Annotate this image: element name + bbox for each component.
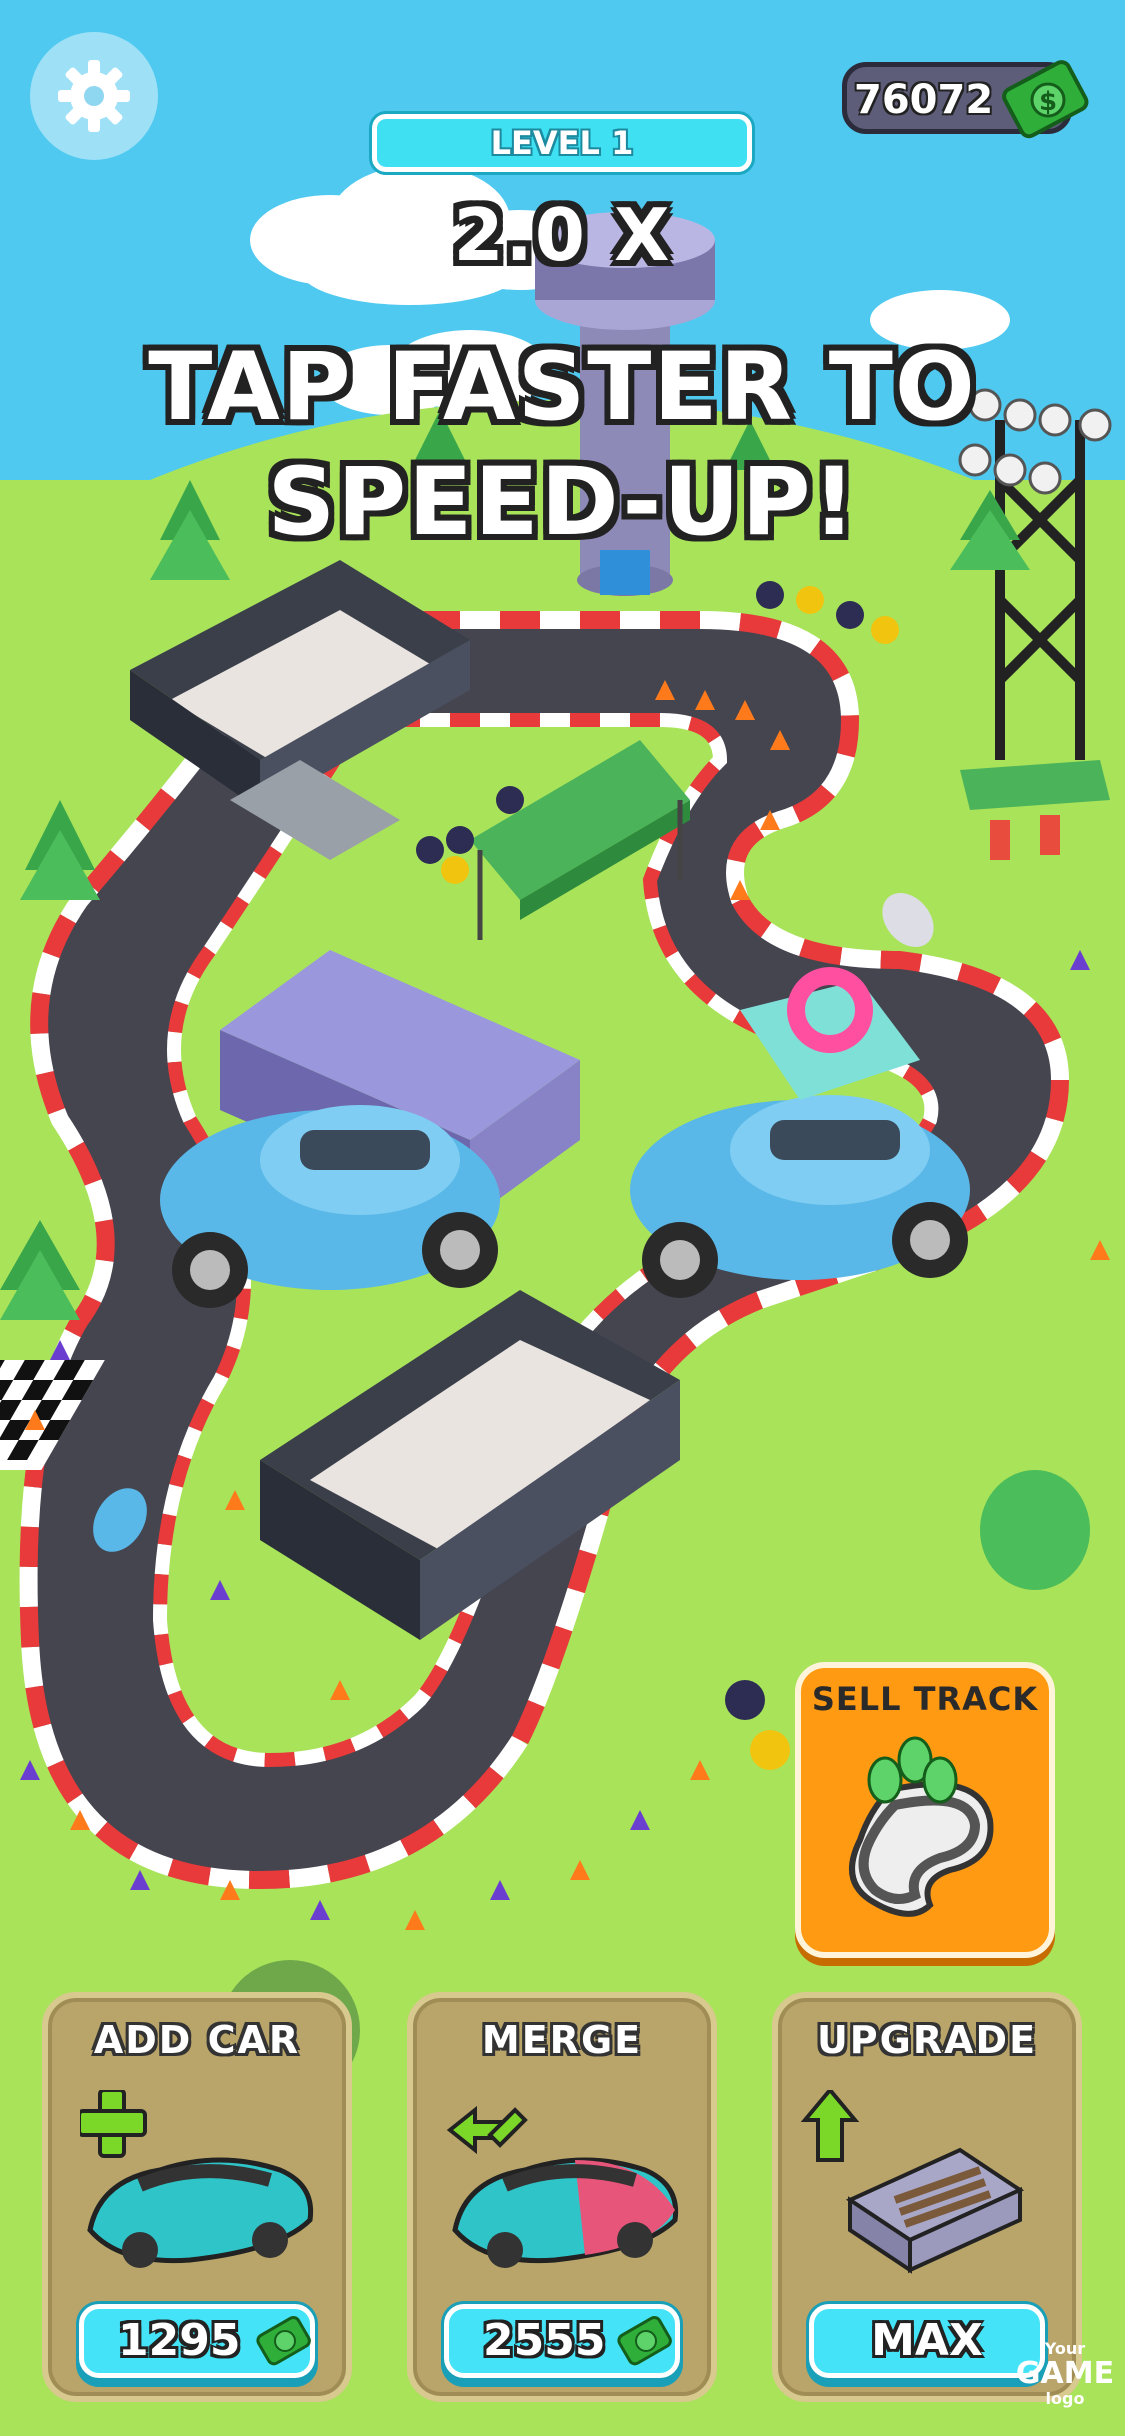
svg-text:$: $ bbox=[1039, 87, 1057, 117]
add-car-illustration bbox=[80, 2090, 314, 2268]
upgrade-illustration bbox=[800, 2090, 1025, 2274]
plus-icon bbox=[80, 2090, 147, 2158]
game-logo-watermark: Your GAME logo bbox=[1015, 2339, 1115, 2408]
dollar-bill-icon: $ bbox=[1002, 60, 1089, 139]
dollar-bill-icon bbox=[617, 2315, 672, 2366]
tap-instruction: TAP FASTER TO SPEED-UP! bbox=[80, 330, 1045, 570]
stairs-icon bbox=[845, 2147, 1025, 2274]
upgrade-title: UPGRADE bbox=[816, 2018, 1038, 2062]
merge-illustration bbox=[446, 2105, 679, 2268]
level-label: LEVEL 1 bbox=[490, 124, 634, 162]
dollar-bill-icon bbox=[256, 2315, 311, 2366]
merge-arrows-icon bbox=[446, 2105, 528, 2155]
coin-amount: 76072 bbox=[854, 77, 994, 123]
level-indicator: LEVEL 1 bbox=[372, 114, 752, 172]
arrow-up-icon bbox=[800, 2090, 860, 2162]
merge-title: MERGE bbox=[481, 2018, 643, 2062]
instruction-line-1: TAP FASTER TO bbox=[148, 333, 977, 442]
add-car-title: ADD CAR bbox=[93, 2018, 301, 2062]
track-icon bbox=[849, 1736, 994, 1917]
sell-track-label: SELL TRACK bbox=[811, 1680, 1039, 1718]
settings-button[interactable] bbox=[30, 32, 158, 160]
merge-price: 2555 bbox=[483, 2315, 606, 2366]
gear-icon bbox=[58, 60, 130, 132]
instruction-line-2: SPEED-UP! bbox=[267, 448, 858, 557]
speed-multiplier: 2.0 X bbox=[453, 193, 672, 277]
add-car-price: 1295 bbox=[118, 2315, 241, 2366]
